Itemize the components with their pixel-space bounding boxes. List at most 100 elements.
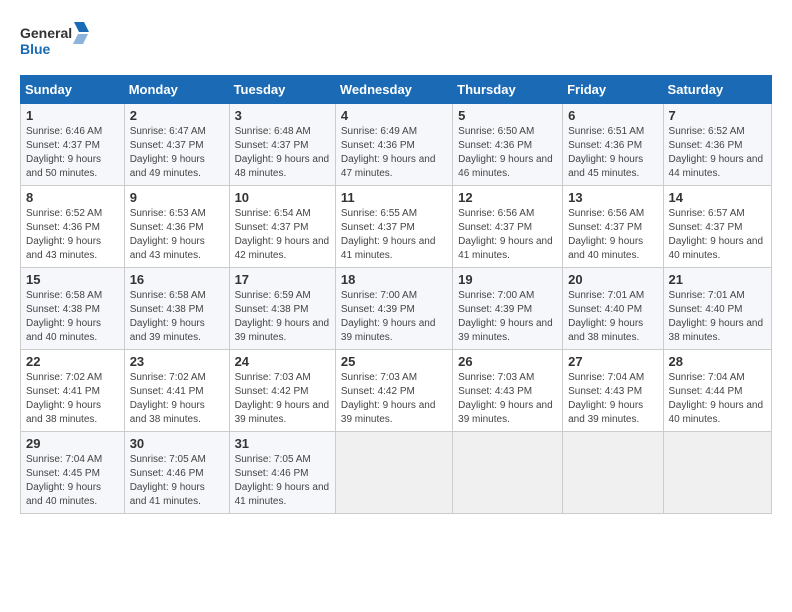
calendar-cell: 30 Sunrise: 7:05 AMSunset: 4:46 PMDayligh…: [124, 432, 229, 514]
calendar-week-row: 29 Sunrise: 7:04 AMSunset: 4:45 PMDayligh…: [21, 432, 772, 514]
weekday-header: Friday: [563, 76, 663, 104]
weekday-header: Sunday: [21, 76, 125, 104]
day-number: 6: [568, 108, 657, 123]
calendar-table: SundayMondayTuesdayWednesdayThursdayFrid…: [20, 75, 772, 514]
weekday-header: Saturday: [663, 76, 771, 104]
calendar-cell: 31 Sunrise: 7:05 AMSunset: 4:46 PMDayligh…: [229, 432, 335, 514]
day-info: Sunrise: 7:04 AMSunset: 4:43 PMDaylight:…: [568, 371, 657, 427]
calendar-cell: 22 Sunrise: 7:02 AMSunset: 4:41 PMDayligh…: [21, 350, 125, 432]
weekday-header-row: SundayMondayTuesdayWednesdayThursdayFrid…: [21, 76, 772, 104]
day-info: Sunrise: 7:05 AMSunset: 4:46 PMDaylight:…: [235, 453, 330, 509]
weekday-header: Monday: [124, 76, 229, 104]
calendar-cell: 24 Sunrise: 7:03 AMSunset: 4:42 PMDayligh…: [229, 350, 335, 432]
day-number: 10: [235, 190, 330, 205]
day-number: 28: [669, 354, 766, 369]
calendar-cell: 8 Sunrise: 6:52 AMSunset: 4:36 PMDaylight…: [21, 186, 125, 268]
day-info: Sunrise: 6:56 AMSunset: 4:37 PMDaylight:…: [458, 207, 557, 263]
day-info: Sunrise: 7:03 AMSunset: 4:43 PMDaylight:…: [458, 371, 557, 427]
day-info: Sunrise: 7:05 AMSunset: 4:46 PMDaylight:…: [130, 453, 224, 509]
calendar-cell: 23 Sunrise: 7:02 AMSunset: 4:41 PMDayligh…: [124, 350, 229, 432]
calendar-cell: 28Sunrise: 7:04 AMSunset: 4:44 PMDayligh…: [663, 350, 771, 432]
calendar-cell: [663, 432, 771, 514]
day-number: 19: [458, 272, 557, 287]
day-info: Sunrise: 6:52 AMSunset: 4:36 PMDaylight:…: [669, 125, 766, 181]
calendar-cell: 27 Sunrise: 7:04 AMSunset: 4:43 PMDayligh…: [563, 350, 663, 432]
calendar-week-row: 1 Sunrise: 6:46 AMSunset: 4:37 PMDaylight…: [21, 104, 772, 186]
calendar-cell: 17 Sunrise: 6:59 AMSunset: 4:38 PMDayligh…: [229, 268, 335, 350]
calendar-cell: 19 Sunrise: 7:00 AMSunset: 4:39 PMDayligh…: [453, 268, 563, 350]
day-info: Sunrise: 7:03 AMSunset: 4:42 PMDaylight:…: [235, 371, 330, 427]
calendar-week-row: 22 Sunrise: 7:02 AMSunset: 4:41 PMDayligh…: [21, 350, 772, 432]
calendar-week-row: 15 Sunrise: 6:58 AMSunset: 4:38 PMDayligh…: [21, 268, 772, 350]
day-number: 27: [568, 354, 657, 369]
day-info: Sunrise: 6:57 AMSunset: 4:37 PMDaylight:…: [669, 207, 766, 263]
day-number: 31: [235, 436, 330, 451]
day-info: Sunrise: 7:02 AMSunset: 4:41 PMDaylight:…: [130, 371, 224, 427]
day-info: Sunrise: 6:51 AMSunset: 4:36 PMDaylight:…: [568, 125, 657, 181]
calendar-cell: 12Sunrise: 6:56 AMSunset: 4:37 PMDayligh…: [453, 186, 563, 268]
day-number: 22: [26, 354, 119, 369]
calendar-cell: 4Sunrise: 6:49 AMSunset: 4:36 PMDaylight…: [335, 104, 452, 186]
day-info: Sunrise: 7:03 AMSunset: 4:42 PMDaylight:…: [341, 371, 447, 427]
calendar-cell: 15 Sunrise: 6:58 AMSunset: 4:38 PMDayligh…: [21, 268, 125, 350]
calendar-cell: 16 Sunrise: 6:58 AMSunset: 4:38 PMDayligh…: [124, 268, 229, 350]
day-info: Sunrise: 6:50 AMSunset: 4:36 PMDaylight:…: [458, 125, 557, 181]
day-number: 25: [341, 354, 447, 369]
day-number: 24: [235, 354, 330, 369]
day-number: 5: [458, 108, 557, 123]
weekday-header: Thursday: [453, 76, 563, 104]
day-number: 17: [235, 272, 330, 287]
calendar-cell: 2Sunrise: 6:47 AMSunset: 4:37 PMDaylight…: [124, 104, 229, 186]
svg-text:General: General: [20, 25, 72, 41]
day-number: 29: [26, 436, 119, 451]
day-info: Sunrise: 7:02 AMSunset: 4:41 PMDaylight:…: [26, 371, 119, 427]
day-number: 1: [26, 108, 119, 123]
calendar-cell: 5 Sunrise: 6:50 AMSunset: 4:36 PMDaylight…: [453, 104, 563, 186]
calendar-cell: 3 Sunrise: 6:48 AMSunset: 4:37 PMDaylight…: [229, 104, 335, 186]
day-number: 23: [130, 354, 224, 369]
day-number: 21: [669, 272, 766, 287]
calendar-cell: 25 Sunrise: 7:03 AMSunset: 4:42 PMDayligh…: [335, 350, 452, 432]
calendar-cell: [335, 432, 452, 514]
day-number: 30: [130, 436, 224, 451]
day-info: Sunrise: 7:01 AMSunset: 4:40 PMDaylight:…: [568, 289, 657, 345]
day-number: 20: [568, 272, 657, 287]
day-info: Sunrise: 6:58 AMSunset: 4:38 PMDaylight:…: [130, 289, 224, 345]
day-info: Sunrise: 6:55 AMSunset: 4:37 PMDaylight:…: [341, 207, 447, 263]
calendar-cell: 21 Sunrise: 7:01 AMSunset: 4:40 PMDayligh…: [663, 268, 771, 350]
page-header: General Blue: [20, 20, 772, 65]
day-info: Sunrise: 6:53 AMSunset: 4:36 PMDaylight:…: [130, 207, 224, 263]
day-info: Sunrise: 7:01 AMSunset: 4:40 PMDaylight:…: [669, 289, 766, 345]
day-number: 4: [341, 108, 447, 123]
calendar-cell: 13Sunrise: 6:56 AMSunset: 4:37 PMDayligh…: [563, 186, 663, 268]
calendar-week-row: 8 Sunrise: 6:52 AMSunset: 4:36 PMDaylight…: [21, 186, 772, 268]
day-number: 8: [26, 190, 119, 205]
calendar-cell: 20 Sunrise: 7:01 AMSunset: 4:40 PMDayligh…: [563, 268, 663, 350]
calendar-cell: [453, 432, 563, 514]
day-number: 7: [669, 108, 766, 123]
day-number: 11: [341, 190, 447, 205]
day-info: Sunrise: 6:46 AMSunset: 4:37 PMDaylight:…: [26, 125, 119, 181]
logo: General Blue: [20, 20, 90, 65]
day-number: 14: [669, 190, 766, 205]
calendar-cell: 11 Sunrise: 6:55 AMSunset: 4:37 PMDayligh…: [335, 186, 452, 268]
day-number: 13: [568, 190, 657, 205]
day-info: Sunrise: 6:59 AMSunset: 4:38 PMDaylight:…: [235, 289, 330, 345]
day-number: 15: [26, 272, 119, 287]
day-number: 26: [458, 354, 557, 369]
weekday-header: Wednesday: [335, 76, 452, 104]
day-info: Sunrise: 7:00 AMSunset: 4:39 PMDaylight:…: [458, 289, 557, 345]
day-number: 18: [341, 272, 447, 287]
calendar-cell: 26 Sunrise: 7:03 AMSunset: 4:43 PMDayligh…: [453, 350, 563, 432]
calendar-cell: 9 Sunrise: 6:53 AMSunset: 4:36 PMDaylight…: [124, 186, 229, 268]
day-info: Sunrise: 7:04 AMSunset: 4:45 PMDaylight:…: [26, 453, 119, 509]
calendar-cell: [563, 432, 663, 514]
weekday-header: Tuesday: [229, 76, 335, 104]
day-info: Sunrise: 6:58 AMSunset: 4:38 PMDaylight:…: [26, 289, 119, 345]
day-number: 9: [130, 190, 224, 205]
day-info: Sunrise: 6:48 AMSunset: 4:37 PMDaylight:…: [235, 125, 330, 181]
calendar-cell: 14 Sunrise: 6:57 AMSunset: 4:37 PMDayligh…: [663, 186, 771, 268]
day-number: 16: [130, 272, 224, 287]
day-number: 3: [235, 108, 330, 123]
day-info: Sunrise: 6:52 AMSunset: 4:36 PMDaylight:…: [26, 207, 119, 263]
